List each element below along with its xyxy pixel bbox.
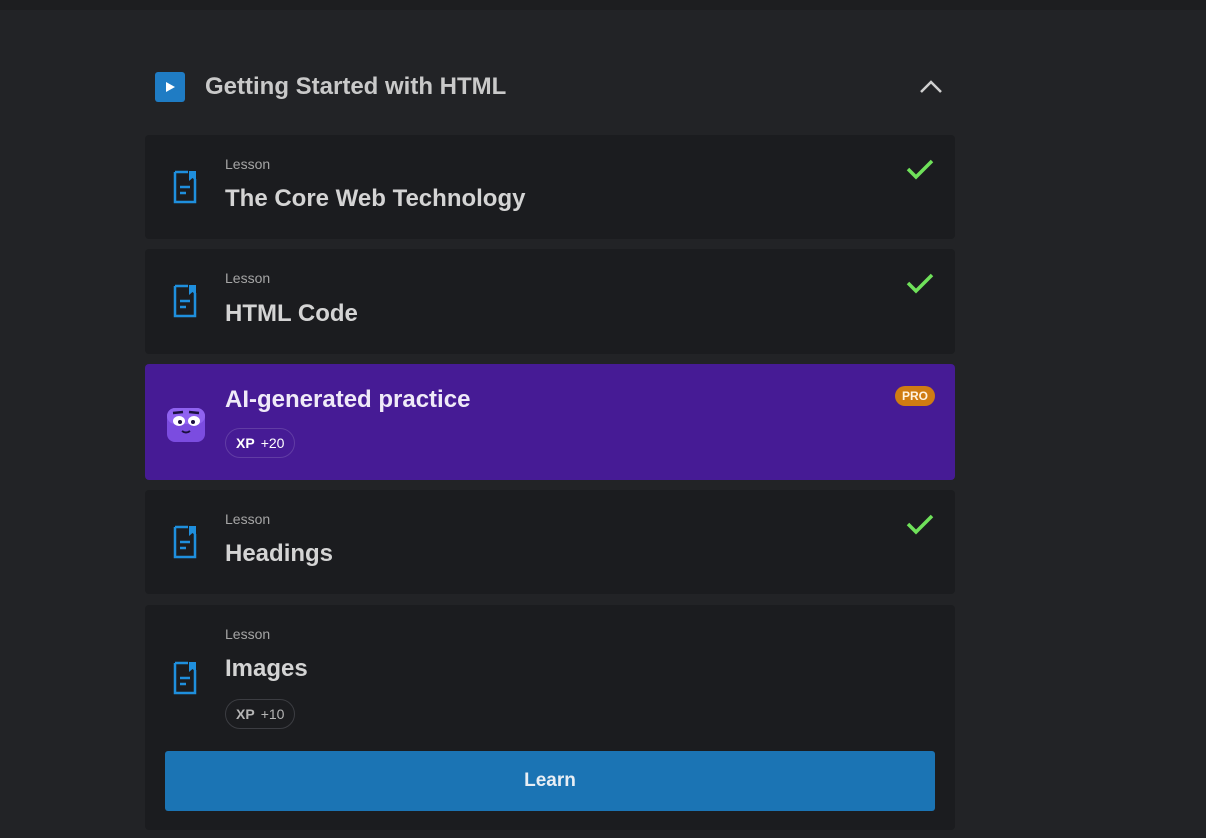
collapse-button[interactable] <box>917 73 945 101</box>
module-header[interactable]: Getting Started with HTML <box>145 60 955 115</box>
chevron-up-icon <box>920 80 942 93</box>
lesson-kind-label: Lesson <box>225 626 271 642</box>
check-icon <box>906 159 934 180</box>
lesson-kind-label: Lesson <box>225 270 271 286</box>
ai-practice-card[interactable]: AI-generated practice PRO XP +20 <box>145 364 955 480</box>
mascot-icon <box>167 408 205 442</box>
check-icon <box>906 273 934 294</box>
lesson-kind-label: Lesson <box>225 156 271 172</box>
document-icon <box>173 284 197 318</box>
lesson-kind-label: Lesson <box>225 511 271 527</box>
lesson-card-current[interactable]: Lesson Images XP +10 Learn <box>145 605 955 830</box>
xp-pill: XP +20 <box>225 428 296 458</box>
document-icon <box>173 170 197 204</box>
check-icon <box>906 514 934 535</box>
lesson-card[interactable]: Lesson Headings <box>145 490 955 594</box>
play-icon <box>155 72 185 102</box>
ai-practice-title: AI-generated practice <box>225 386 471 413</box>
document-icon <box>173 661 197 695</box>
learn-button[interactable]: Learn <box>165 751 935 811</box>
lesson-card[interactable]: Lesson HTML Code <box>145 249 955 354</box>
xp-value: +10 <box>260 706 285 722</box>
lesson-title: Headings <box>225 540 334 567</box>
xp-label: XP <box>236 435 255 451</box>
xp-pill: XP +10 <box>225 699 296 729</box>
lesson-title: Images <box>225 655 308 682</box>
lesson-title: The Core Web Technology <box>225 185 526 212</box>
pro-badge: PRO <box>894 386 935 406</box>
xp-value: +20 <box>260 435 285 451</box>
module-title: Getting Started with HTML <box>205 73 507 100</box>
lesson-card[interactable]: Lesson The Core Web Technology <box>145 135 955 239</box>
document-icon <box>173 525 197 559</box>
lesson-title: HTML Code <box>225 300 358 327</box>
xp-label: XP <box>236 706 255 722</box>
module-section: Getting Started with HTML Lesson The Cor… <box>145 60 955 830</box>
top-bar <box>0 0 1206 10</box>
